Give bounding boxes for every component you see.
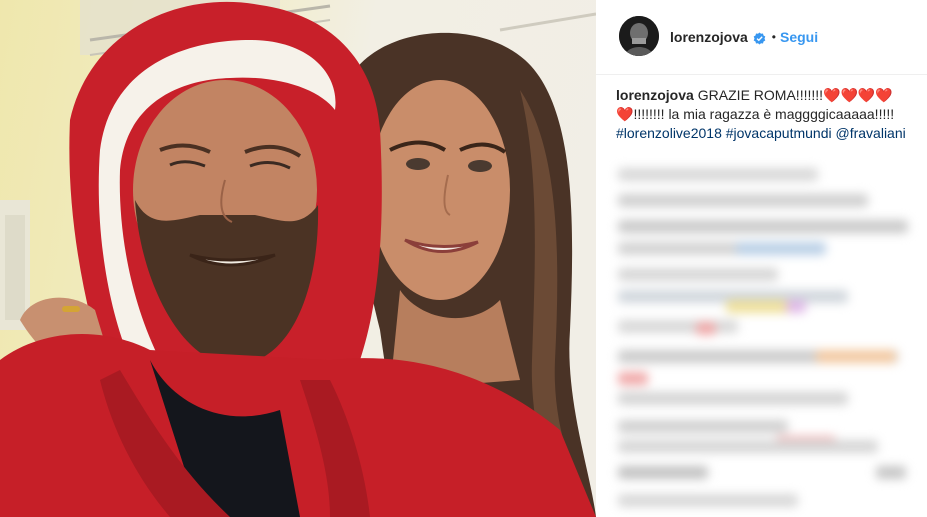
post-photo[interactable] (0, 0, 596, 517)
avatar-image (619, 16, 659, 56)
header-user-row: lorenzojova • Segui (670, 28, 818, 46)
avatar[interactable] (619, 16, 659, 56)
caption-hearts-2: ❤️ (616, 106, 634, 122)
separator-dot: • (771, 30, 776, 44)
blurred-comments (596, 160, 927, 517)
post-caption: lorenzojova GRAZIE ROMA!!!!!!!❤️❤️❤️❤️❤️!… (616, 86, 906, 143)
hashtag-jovacaputmundi[interactable]: #jovacaputmundi (726, 125, 832, 141)
caption-hearts-1: ❤️❤️❤️❤️ (823, 87, 893, 103)
caption-text-2: !!!!!!!! la mia ragazza è maggggicaaaaa!… (633, 106, 895, 122)
photo-illustration (0, 0, 596, 517)
post-sidebar: lorenzojova • Segui lorenzojova GRAZIE RO… (596, 0, 927, 517)
verified-badge-icon (753, 31, 766, 44)
caption-username[interactable]: lorenzojova (616, 87, 694, 103)
hashtag-lorenzolive2018[interactable]: #lorenzolive2018 (616, 125, 722, 141)
header-username[interactable]: lorenzojova (670, 28, 748, 46)
follow-button[interactable]: Segui (780, 28, 818, 46)
caption-text-1: GRAZIE ROMA!!!!!!! (697, 87, 824, 103)
post-header: lorenzojova • Segui (596, 0, 927, 75)
mention-fravaliani[interactable]: @fravaliani (836, 125, 906, 141)
